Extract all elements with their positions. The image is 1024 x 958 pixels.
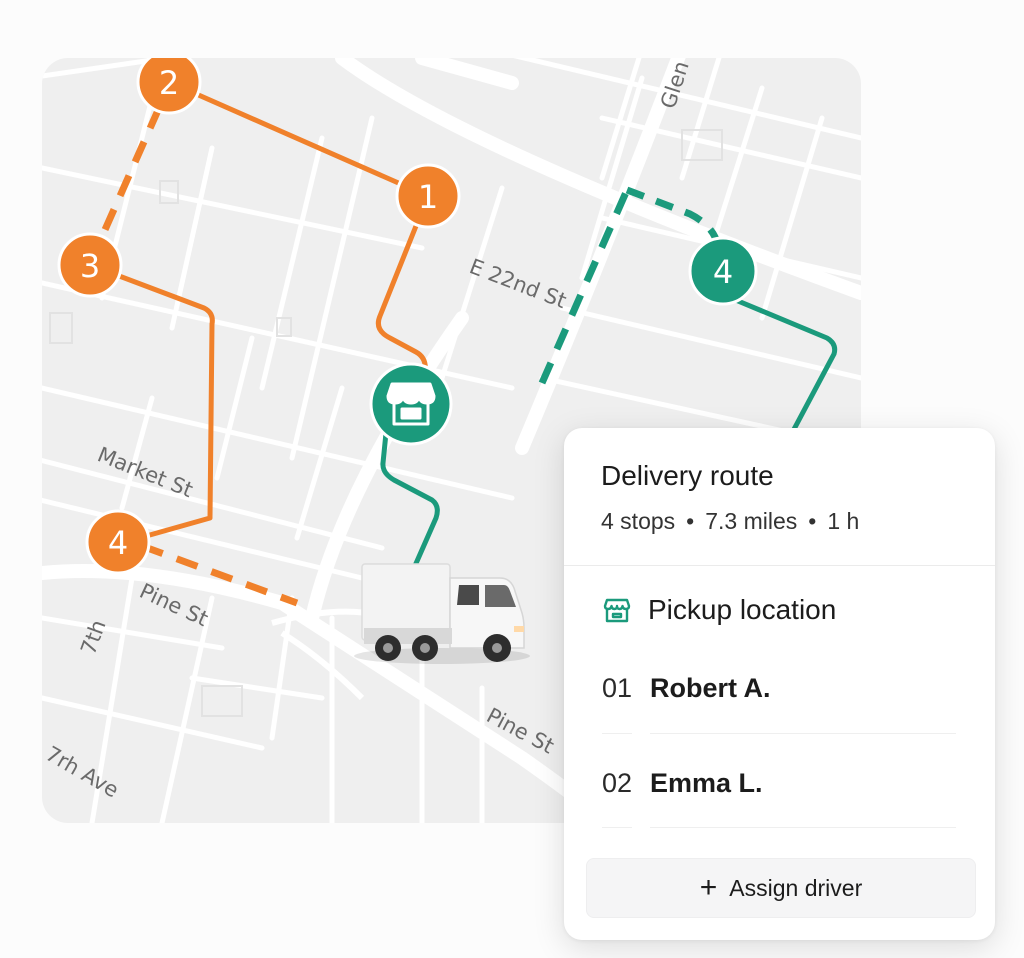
delivery-truck-icon[interactable] [354, 563, 530, 664]
separator-dot: • [808, 508, 817, 534]
stop-pin-1-label: 1 [418, 178, 438, 216]
row-separator [602, 733, 632, 734]
street-label-7rh-ave: 7rh Ave [42, 742, 123, 803]
panel-title: Delivery route [601, 460, 774, 491]
row-separator [650, 827, 956, 828]
storefront-icon [603, 598, 631, 623]
storefront-icon [386, 382, 436, 426]
stop-pin-4-green-label: 4 [713, 253, 733, 291]
pickup-location-row[interactable]: Pickup location [602, 594, 836, 626]
street-label-glen: Glen [656, 58, 694, 111]
row-separator [602, 827, 632, 828]
stop-number: 01 [602, 673, 633, 703]
stop-pin-3-label: 3 [80, 247, 100, 285]
stop-row-01[interactable]: 01 Robert A. [602, 673, 771, 704]
pickup-location-label: Pickup location [648, 594, 837, 625]
panel-divider [564, 565, 995, 566]
street-label-market-st: Market St [94, 442, 196, 502]
stop-pin-3[interactable]: 3 [57, 232, 123, 298]
stop-customer-name: Robert A. [650, 673, 771, 703]
row-separator [650, 733, 956, 734]
route-duration: 1 h [827, 508, 860, 534]
route-distance: 7.3 miles [705, 508, 798, 534]
stop-pin-2-label: 2 [159, 64, 179, 102]
assign-driver-label: Assign driver [729, 874, 863, 901]
route-details-panel: Delivery route 4 stops • 7.3 miles • 1 h… [564, 428, 995, 940]
stop-row-02[interactable]: 02 Emma L. [602, 768, 763, 799]
stop-pin-2[interactable]: 2 [136, 58, 202, 115]
pickup-pin[interactable] [369, 362, 453, 446]
route-summary: 4 stops • 7.3 miles • 1 h [601, 508, 859, 535]
separator-dot: • [686, 508, 695, 534]
stop-pin-4-orange-label: 4 [108, 524, 128, 562]
stops-count: 4 stops [601, 508, 676, 534]
stop-pin-4-orange[interactable]: 4 [85, 509, 151, 575]
assign-driver-button[interactable]: + Assign driver [586, 858, 976, 918]
stop-pin-1[interactable]: 1 [395, 163, 461, 229]
stop-pin-4-green[interactable]: 4 [688, 236, 758, 306]
plus-icon: + [699, 871, 718, 904]
street-label-e-22nd-st: E 22nd St [466, 254, 569, 313]
stop-number: 02 [602, 768, 633, 798]
stop-customer-name: Emma L. [650, 768, 763, 798]
